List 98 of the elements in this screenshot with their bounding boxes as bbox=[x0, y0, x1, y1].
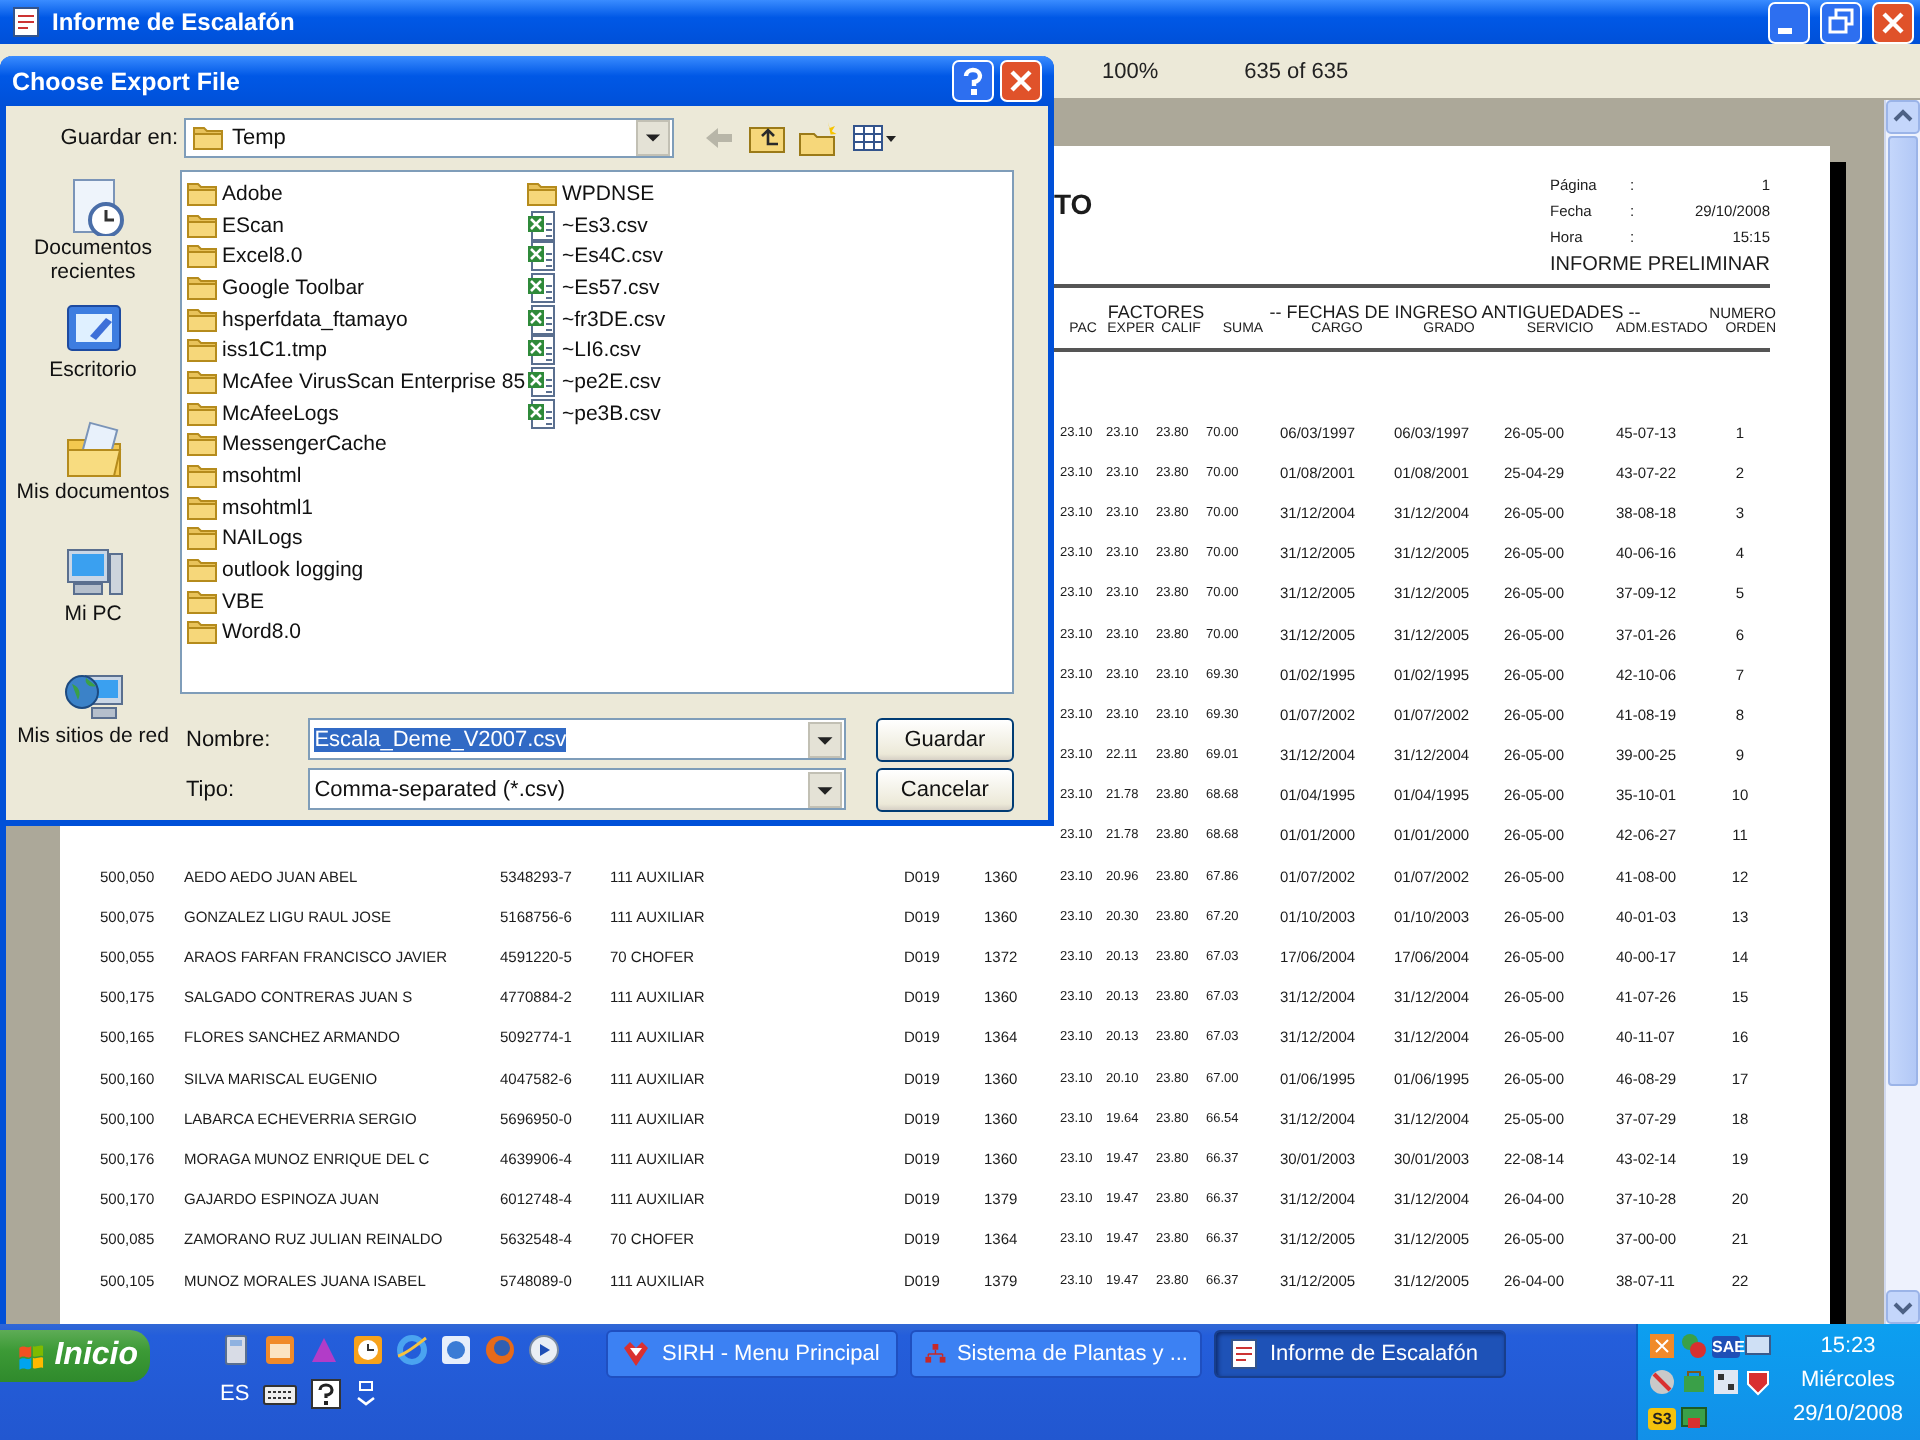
help-button[interactable] bbox=[952, 60, 994, 102]
tray-label[interactable]: SAE bbox=[1712, 1335, 1740, 1357]
column-group-header: FACTORES bbox=[1106, 302, 1206, 322]
zoom-level: 100% bbox=[1102, 59, 1159, 83]
file-name[interactable]: McAfeeLogs bbox=[222, 401, 339, 426]
restore-button[interactable] bbox=[1820, 1, 1862, 43]
folder-icon[interactable] bbox=[186, 491, 218, 524]
view-menu-icon[interactable] bbox=[852, 122, 898, 154]
column-group-header: -- FECHAS DE INGRESO ANTIGUEDADES -- bbox=[1267, 302, 1643, 322]
file-name[interactable]: MessengerCache bbox=[222, 432, 387, 457]
file-name[interactable]: msohtml1 bbox=[222, 495, 314, 520]
dialog-title: Choose Export File bbox=[12, 67, 242, 95]
place-label[interactable]: Documentos recientes bbox=[6, 236, 180, 284]
spreadsheet-file-icon[interactable] bbox=[526, 397, 558, 430]
folder-icon[interactable] bbox=[186, 209, 218, 242]
file-name[interactable]: msohtml bbox=[222, 464, 302, 489]
file-name[interactable]: ~LI6.csv bbox=[562, 338, 641, 363]
taskbar-button[interactable]: Sistema de Plantas y ... bbox=[910, 1330, 1202, 1378]
tray-label[interactable]: S3 bbox=[1648, 1407, 1676, 1429]
window-icon[interactable] bbox=[264, 1334, 296, 1366]
folder-icon[interactable] bbox=[186, 585, 218, 618]
file-name[interactable]: Word8.0 bbox=[222, 620, 301, 645]
close-button[interactable] bbox=[1872, 1, 1914, 43]
spreadsheet-file-icon[interactable] bbox=[526, 334, 558, 367]
save-button[interactable]: Guardar bbox=[875, 717, 1014, 761]
file-name[interactable]: WPDNSE bbox=[562, 181, 655, 206]
taskbar-button[interactable]: SIRH - Menu Principal bbox=[606, 1330, 898, 1378]
clock-day: Miércoles bbox=[1800, 1364, 1896, 1398]
folder-icon[interactable] bbox=[186, 397, 218, 430]
close-button[interactable] bbox=[1000, 60, 1042, 102]
filename-field[interactable]: Escala_Deme_V2007.csv bbox=[308, 718, 846, 760]
spreadsheet-file-icon[interactable] bbox=[526, 303, 558, 336]
grid-icon[interactable] bbox=[1712, 1368, 1740, 1396]
file-name[interactable]: ~fr3DE.csv bbox=[562, 307, 666, 332]
field-label: Nombre: bbox=[184, 727, 273, 751]
report-icon bbox=[10, 6, 42, 38]
file-name[interactable]: EScan bbox=[222, 213, 284, 238]
file-name[interactable]: Google Toolbar bbox=[222, 275, 365, 300]
file-name[interactable]: ~pe2E.csv bbox=[562, 369, 661, 394]
spreadsheet-file-icon[interactable] bbox=[526, 240, 558, 273]
spreadsheet-file-icon[interactable] bbox=[526, 365, 558, 398]
dropdown-value: Temp bbox=[232, 126, 288, 150]
window-title: Informe de Escalafón bbox=[52, 8, 297, 36]
cancel-button[interactable]: Cancelar bbox=[875, 767, 1014, 811]
blocked-icon[interactable] bbox=[1648, 1368, 1676, 1396]
field-label: Tipo: bbox=[184, 777, 237, 801]
tray-app-icon[interactable] bbox=[1648, 1332, 1676, 1360]
monitor-icon[interactable] bbox=[1744, 1332, 1772, 1360]
place-label[interactable]: Escritorio bbox=[49, 358, 137, 382]
browser-icon[interactable] bbox=[396, 1334, 428, 1366]
file-name[interactable]: VBE bbox=[222, 589, 265, 614]
report-icon bbox=[1228, 1338, 1260, 1370]
expand-icon[interactable] bbox=[353, 1380, 378, 1408]
folder-icon[interactable] bbox=[61, 420, 125, 480]
file-name[interactable]: Excel8.0 bbox=[222, 244, 303, 269]
file-name[interactable]: iss1C1.tmp bbox=[222, 338, 328, 363]
file-name[interactable]: ~Es4C.csv bbox=[562, 244, 663, 269]
file-name[interactable]: NAILogs bbox=[222, 526, 303, 551]
place-label[interactable]: Mi PC bbox=[64, 602, 122, 626]
minimize-button[interactable] bbox=[1768, 1, 1810, 43]
folder-icon[interactable] bbox=[526, 177, 558, 210]
clock-date: 29/10/2008 bbox=[1792, 1400, 1904, 1430]
taskbar-button[interactable]: Informe de Escalafón bbox=[1214, 1330, 1506, 1378]
clock-time: 15:23 bbox=[1820, 1332, 1876, 1362]
place-label[interactable]: Mis documentos bbox=[16, 480, 170, 504]
help-icon[interactable] bbox=[309, 1378, 342, 1410]
spreadsheet-file-icon[interactable] bbox=[526, 271, 558, 304]
clock-icon[interactable] bbox=[352, 1334, 384, 1366]
folder-dropdown[interactable]: Temp bbox=[184, 118, 674, 158]
folder-icon bbox=[192, 122, 224, 154]
report-title: TO bbox=[1054, 188, 1093, 222]
start-button[interactable]: Inicio bbox=[0, 1330, 150, 1382]
place-label[interactable]: Mis sitios de red bbox=[17, 724, 169, 748]
file-name[interactable]: ~pe3B.csv bbox=[562, 401, 661, 426]
folder-icon[interactable] bbox=[186, 303, 218, 336]
scroll-up-button[interactable] bbox=[1886, 100, 1920, 134]
file-name[interactable]: hsperfdata_ftamayo bbox=[222, 307, 408, 332]
scroll-thumb[interactable] bbox=[1888, 136, 1918, 1086]
file-name[interactable]: ~Es57.csv bbox=[562, 275, 660, 300]
play-icon[interactable] bbox=[528, 1334, 560, 1366]
language-indicator[interactable]: ES bbox=[220, 1382, 250, 1406]
folder-icon[interactable] bbox=[186, 177, 218, 210]
file-name[interactable]: outlook logging bbox=[222, 558, 364, 583]
shield-icon[interactable] bbox=[1744, 1368, 1772, 1396]
file-name[interactable]: Adobe bbox=[222, 181, 283, 206]
heart-check-icon bbox=[620, 1338, 652, 1370]
file-type-dropdown[interactable]: Comma-separated (*.csv) bbox=[308, 768, 846, 810]
field-label: Guardar en: bbox=[58, 126, 180, 150]
spreadsheet-file-icon[interactable] bbox=[526, 209, 558, 242]
globe-icon[interactable] bbox=[440, 1334, 472, 1366]
file-name[interactable]: McAfee VirusScan Enterprise 85 bbox=[222, 369, 526, 394]
folder-icon[interactable] bbox=[186, 365, 218, 398]
folder-icon[interactable] bbox=[186, 271, 218, 304]
scroll-down-button[interactable] bbox=[1886, 1290, 1920, 1324]
report-subtitle: INFORME PRELIMINAR bbox=[1549, 254, 1770, 278]
file-name[interactable]: ~Es3.csv bbox=[562, 213, 648, 238]
calculator-icon[interactable] bbox=[220, 1334, 252, 1366]
page-count: 635 of 635 bbox=[1244, 59, 1349, 83]
